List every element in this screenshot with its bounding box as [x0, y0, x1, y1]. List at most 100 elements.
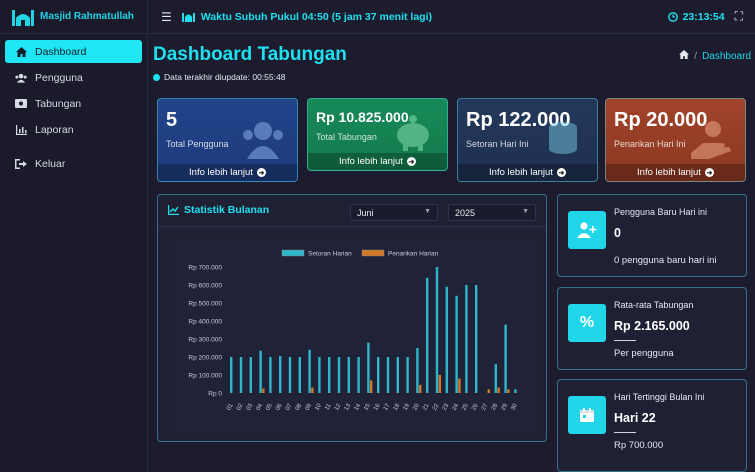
bar-setoran — [386, 357, 390, 393]
bar-setoran — [475, 285, 478, 393]
coins-icon — [549, 122, 577, 154]
x-tick-label: 05 — [265, 402, 274, 411]
divider — [614, 432, 636, 433]
x-tick-label: 21 — [422, 402, 431, 411]
bar-setoran — [269, 357, 272, 393]
stat-value: 5 — [166, 109, 178, 131]
x-tick-label: 15 — [363, 402, 372, 411]
info-card-title: Pengguna Baru Hari ini — [614, 207, 708, 217]
x-tick-label: 20 — [412, 402, 421, 411]
stat-label: Total Tabungan — [316, 132, 377, 142]
x-tick-label: 22 — [432, 402, 441, 411]
stat-label: Setoran Hari Ini — [466, 139, 529, 149]
month-select[interactable]: Juni ▼ — [350, 204, 438, 221]
bar-penarikan — [311, 387, 314, 393]
chart-icon — [15, 124, 27, 135]
sidebar-item-dashboard[interactable]: Dashboard — [5, 40, 142, 63]
x-tick-label: 03 — [246, 402, 255, 411]
y-tick-label: Rp 300.000 — [188, 337, 222, 344]
x-tick-label: 12 — [334, 402, 343, 411]
info-link[interactable]: Info lebih lanjut ➜ — [606, 164, 745, 181]
sidebar-item-tabungan[interactable]: Tabungan — [5, 92, 142, 115]
bar-penarikan — [370, 380, 373, 393]
sidebar-item-keluar[interactable]: Keluar — [5, 152, 142, 175]
y-tick-label: Rp 100.000 — [188, 373, 222, 380]
prayer-time-text: Waktu Subuh Pukul 04:50 (5 jam 37 menit … — [200, 10, 433, 23]
sidebar-item-laporan[interactable]: Laporan — [5, 118, 142, 141]
info-link[interactable]: Info lebih lanjut ➜ — [458, 164, 597, 181]
info-card-title: Rata-rata Tabungan — [614, 300, 694, 310]
info-card-value: 0 — [614, 226, 621, 240]
bar-penarikan — [438, 375, 441, 393]
x-tick-label: 14 — [353, 402, 362, 411]
x-tick-label: 25 — [461, 402, 470, 411]
hand-money-icon — [691, 121, 731, 159]
info-card-value: Hari 22 — [614, 411, 656, 425]
arrow-circle-right-icon: ➜ — [256, 168, 266, 177]
hamburger-menu-icon[interactable]: ☰ — [161, 10, 172, 24]
x-tick-label: 23 — [442, 402, 451, 411]
info-card-sub: Rp 700.000 — [614, 440, 664, 451]
info-card-avg-savings: % Rata-rata Tabungan Rp 2.165.000 Per pe… — [557, 287, 747, 370]
info-link[interactable]: Info lebih lanjut ➜ — [308, 153, 447, 170]
page-title: Dashboard Tabungan — [153, 44, 347, 65]
fullscreen-icon[interactable]: ⛶ — [735, 9, 743, 24]
y-tick-label: Rp 600.000 — [188, 283, 222, 290]
chart-area: Rp 0 Rp 100.000 Rp 200.000 Rp 300.000 Rp 400… — [170, 241, 536, 431]
bar-setoran — [328, 357, 331, 393]
arrow-circle-right-icon: ➜ — [704, 168, 714, 177]
info-card-sub: Per pengguna — [614, 348, 674, 359]
last-updated-text: Data terakhir diupdate: 00:55:48 — [164, 72, 286, 82]
stat-card-total-tabungan: Rp 10.825.000 Total Tabungan Info lebih … — [307, 98, 448, 171]
month-select-value: Juni — [357, 207, 374, 218]
stat-card-penarikan-hari-ini: Rp 20.000 Penarikan Hari Ini Info lebih … — [605, 98, 746, 182]
last-updated: Data terakhir diupdate: 00:55:48 — [153, 72, 285, 82]
bar-setoran — [396, 357, 399, 393]
sidebar-item-label: Tabungan — [35, 97, 82, 110]
sidebar-item-pengguna[interactable]: Pengguna — [5, 66, 142, 89]
legend-label: Setoran Harian — [308, 251, 352, 258]
info-link-label: Info lebih lanjut — [489, 167, 553, 178]
bar-setoran — [445, 286, 448, 393]
breadcrumb-current[interactable]: Dashboard — [702, 51, 751, 62]
bar-setoran — [367, 342, 370, 393]
year-select[interactable]: 2025 ▼ — [448, 204, 536, 221]
x-tick-label: 09 — [304, 402, 313, 411]
info-link-label: Info lebih lanjut — [189, 167, 253, 178]
bar-penarikan — [262, 388, 265, 393]
sidebar-item-label: Pengguna — [35, 71, 83, 84]
brand[interactable]: Masjid Rahmatullah — [0, 0, 147, 34]
clock: 23:13:54 — [667, 11, 725, 23]
home-icon[interactable] — [679, 50, 690, 62]
topbar: ☰ Waktu Subuh Pukul 04:50 (5 jam 37 meni… — [149, 0, 755, 34]
sidebar-item-label: Keluar — [35, 157, 66, 170]
brand-name: Masjid Rahmatullah — [40, 11, 134, 22]
x-tick-label: 24 — [451, 402, 460, 411]
x-tick-label: 18 — [393, 402, 402, 411]
x-tick-label: 30 — [510, 402, 519, 411]
sidebar: Masjid Rahmatullah Dashboard Pengguna Ta… — [0, 0, 148, 472]
chevron-down-icon: ▼ — [424, 208, 431, 215]
stat-label: Penarikan Hari Ini — [614, 139, 686, 149]
bar-setoran — [377, 357, 380, 393]
x-tick-label: 07 — [285, 402, 294, 411]
y-tick-label: Rp 200.000 — [188, 355, 222, 362]
info-link[interactable]: Info lebih lanjut ➜ — [158, 164, 297, 181]
bar-setoran — [298, 357, 301, 393]
info-card-sub: 0 pengguna baru hari ini — [614, 255, 717, 266]
bar-setoran — [406, 357, 409, 393]
bar-penarikan — [507, 389, 510, 393]
bar-setoran — [426, 277, 429, 393]
info-card-new-users: Pengguna Baru Hari ini 0 0 pengguna baru… — [557, 194, 747, 277]
nav-divider — [5, 144, 142, 152]
year-select-value: 2025 — [455, 207, 476, 218]
x-tick-label: 11 — [324, 402, 333, 411]
bar-setoran — [455, 295, 458, 393]
breadcrumb-separator: / — [694, 50, 698, 62]
x-tick-label: 01 — [226, 402, 235, 411]
panel-title: Statistik Bulanan — [168, 204, 269, 216]
arrow-circle-right-icon: ➜ — [406, 157, 416, 166]
bar-setoran — [239, 357, 243, 393]
prayer-time-banner: Waktu Subuh Pukul 04:50 (5 jam 37 menit … — [181, 10, 433, 23]
mosque-logo-icon — [12, 9, 34, 26]
